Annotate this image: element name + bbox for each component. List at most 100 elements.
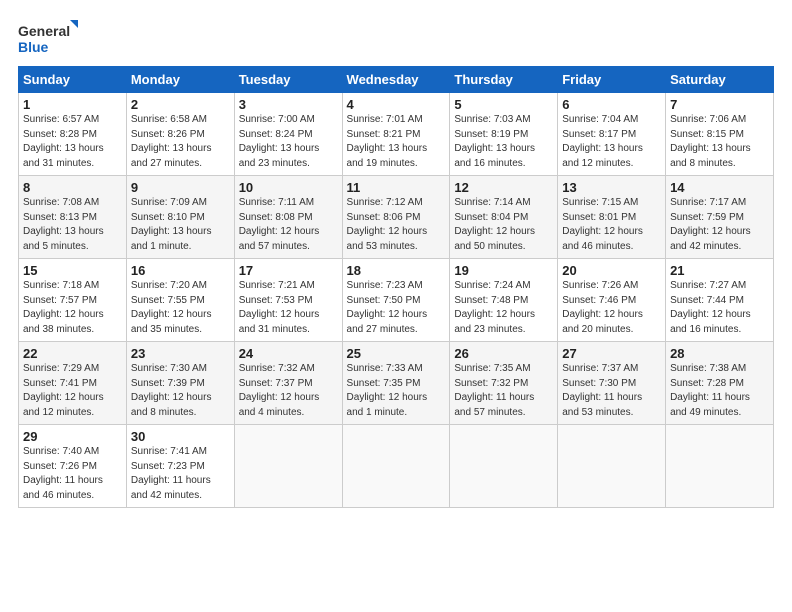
day-info: Sunrise: 7:40 AMSunset: 7:26 PMDaylight:… xyxy=(23,445,122,503)
day-info: Sunrise: 7:12 AMSunset: 8:06 PMDaylight:… xyxy=(347,196,446,254)
day-number: 23 xyxy=(131,346,230,361)
day-info: Sunrise: 7:33 AMSunset: 7:35 PMDaylight:… xyxy=(347,362,446,420)
col-sunday: Sunday xyxy=(19,67,127,93)
day-info: Sunrise: 7:09 AMSunset: 8:10 PMDaylight:… xyxy=(131,196,230,254)
day-number: 29 xyxy=(23,429,122,444)
table-row: 5Sunrise: 7:03 AMSunset: 8:19 PMDaylight… xyxy=(450,93,558,176)
day-number: 19 xyxy=(454,263,553,278)
calendar-table: Sunday Monday Tuesday Wednesday Thursday… xyxy=(18,66,774,508)
table-row: 26Sunrise: 7:35 AMSunset: 7:32 PMDayligh… xyxy=(450,342,558,425)
table-row xyxy=(558,425,666,508)
day-number: 17 xyxy=(239,263,338,278)
day-info: Sunrise: 7:21 AMSunset: 7:53 PMDaylight:… xyxy=(239,279,338,337)
calendar-header-row: Sunday Monday Tuesday Wednesday Thursday… xyxy=(19,67,774,93)
day-info: Sunrise: 7:04 AMSunset: 8:17 PMDaylight:… xyxy=(562,113,661,171)
day-number: 18 xyxy=(347,263,446,278)
day-number: 1 xyxy=(23,97,122,112)
day-info: Sunrise: 7:06 AMSunset: 8:15 PMDaylight:… xyxy=(670,113,769,171)
day-info: Sunrise: 7:26 AMSunset: 7:46 PMDaylight:… xyxy=(562,279,661,337)
table-row: 30Sunrise: 7:41 AMSunset: 7:23 PMDayligh… xyxy=(126,425,234,508)
day-info: Sunrise: 7:18 AMSunset: 7:57 PMDaylight:… xyxy=(23,279,122,337)
table-row: 21Sunrise: 7:27 AMSunset: 7:44 PMDayligh… xyxy=(666,259,774,342)
col-friday: Friday xyxy=(558,67,666,93)
day-info: Sunrise: 7:11 AMSunset: 8:08 PMDaylight:… xyxy=(239,196,338,254)
table-row xyxy=(342,425,450,508)
table-row xyxy=(666,425,774,508)
table-row: 13Sunrise: 7:15 AMSunset: 8:01 PMDayligh… xyxy=(558,176,666,259)
day-info: Sunrise: 7:03 AMSunset: 8:19 PMDaylight:… xyxy=(454,113,553,171)
table-row: 15Sunrise: 7:18 AMSunset: 7:57 PMDayligh… xyxy=(19,259,127,342)
table-row xyxy=(234,425,342,508)
day-number: 9 xyxy=(131,180,230,195)
header: General Blue xyxy=(18,18,774,58)
table-row: 2Sunrise: 6:58 AMSunset: 8:26 PMDaylight… xyxy=(126,93,234,176)
col-monday: Monday xyxy=(126,67,234,93)
day-number: 16 xyxy=(131,263,230,278)
day-number: 8 xyxy=(23,180,122,195)
table-row: 1Sunrise: 6:57 AMSunset: 8:28 PMDaylight… xyxy=(19,93,127,176)
day-number: 3 xyxy=(239,97,338,112)
table-row: 27Sunrise: 7:37 AMSunset: 7:30 PMDayligh… xyxy=(558,342,666,425)
day-number: 28 xyxy=(670,346,769,361)
table-row: 28Sunrise: 7:38 AMSunset: 7:28 PMDayligh… xyxy=(666,342,774,425)
table-row xyxy=(450,425,558,508)
day-number: 22 xyxy=(23,346,122,361)
table-row: 29Sunrise: 7:40 AMSunset: 7:26 PMDayligh… xyxy=(19,425,127,508)
col-thursday: Thursday xyxy=(450,67,558,93)
day-number: 6 xyxy=(562,97,661,112)
day-number: 25 xyxy=(347,346,446,361)
day-info: Sunrise: 7:38 AMSunset: 7:28 PMDaylight:… xyxy=(670,362,769,420)
table-row: 10Sunrise: 7:11 AMSunset: 8:08 PMDayligh… xyxy=(234,176,342,259)
table-row: 16Sunrise: 7:20 AMSunset: 7:55 PMDayligh… xyxy=(126,259,234,342)
day-info: Sunrise: 7:27 AMSunset: 7:44 PMDaylight:… xyxy=(670,279,769,337)
table-row: 7Sunrise: 7:06 AMSunset: 8:15 PMDaylight… xyxy=(666,93,774,176)
day-info: Sunrise: 7:32 AMSunset: 7:37 PMDaylight:… xyxy=(239,362,338,420)
table-row: 4Sunrise: 7:01 AMSunset: 8:21 PMDaylight… xyxy=(342,93,450,176)
day-number: 21 xyxy=(670,263,769,278)
logo-svg: General Blue xyxy=(18,18,78,58)
day-number: 30 xyxy=(131,429,230,444)
day-info: Sunrise: 7:37 AMSunset: 7:30 PMDaylight:… xyxy=(562,362,661,420)
day-number: 2 xyxy=(131,97,230,112)
day-number: 12 xyxy=(454,180,553,195)
svg-text:Blue: Blue xyxy=(18,39,49,55)
table-row: 23Sunrise: 7:30 AMSunset: 7:39 PMDayligh… xyxy=(126,342,234,425)
col-saturday: Saturday xyxy=(666,67,774,93)
table-row: 22Sunrise: 7:29 AMSunset: 7:41 PMDayligh… xyxy=(19,342,127,425)
day-number: 24 xyxy=(239,346,338,361)
table-row: 3Sunrise: 7:00 AMSunset: 8:24 PMDaylight… xyxy=(234,93,342,176)
day-number: 14 xyxy=(670,180,769,195)
logo: General Blue xyxy=(18,18,78,58)
table-row: 11Sunrise: 7:12 AMSunset: 8:06 PMDayligh… xyxy=(342,176,450,259)
day-number: 20 xyxy=(562,263,661,278)
day-info: Sunrise: 7:14 AMSunset: 8:04 PMDaylight:… xyxy=(454,196,553,254)
table-row: 9Sunrise: 7:09 AMSunset: 8:10 PMDaylight… xyxy=(126,176,234,259)
day-info: Sunrise: 7:01 AMSunset: 8:21 PMDaylight:… xyxy=(347,113,446,171)
table-row: 25Sunrise: 7:33 AMSunset: 7:35 PMDayligh… xyxy=(342,342,450,425)
day-info: Sunrise: 7:30 AMSunset: 7:39 PMDaylight:… xyxy=(131,362,230,420)
table-row: 6Sunrise: 7:04 AMSunset: 8:17 PMDaylight… xyxy=(558,93,666,176)
day-number: 5 xyxy=(454,97,553,112)
day-info: Sunrise: 7:00 AMSunset: 8:24 PMDaylight:… xyxy=(239,113,338,171)
calendar-page: General Blue Sunday Monday Tuesday Wedne… xyxy=(0,0,792,612)
day-info: Sunrise: 7:20 AMSunset: 7:55 PMDaylight:… xyxy=(131,279,230,337)
day-info: Sunrise: 7:23 AMSunset: 7:50 PMDaylight:… xyxy=(347,279,446,337)
day-number: 4 xyxy=(347,97,446,112)
table-row: 18Sunrise: 7:23 AMSunset: 7:50 PMDayligh… xyxy=(342,259,450,342)
day-number: 27 xyxy=(562,346,661,361)
day-info: Sunrise: 7:08 AMSunset: 8:13 PMDaylight:… xyxy=(23,196,122,254)
day-number: 10 xyxy=(239,180,338,195)
day-number: 15 xyxy=(23,263,122,278)
table-row: 19Sunrise: 7:24 AMSunset: 7:48 PMDayligh… xyxy=(450,259,558,342)
col-wednesday: Wednesday xyxy=(342,67,450,93)
day-number: 26 xyxy=(454,346,553,361)
table-row: 14Sunrise: 7:17 AMSunset: 7:59 PMDayligh… xyxy=(666,176,774,259)
day-number: 7 xyxy=(670,97,769,112)
day-number: 13 xyxy=(562,180,661,195)
day-info: Sunrise: 7:35 AMSunset: 7:32 PMDaylight:… xyxy=(454,362,553,420)
day-info: Sunrise: 7:17 AMSunset: 7:59 PMDaylight:… xyxy=(670,196,769,254)
day-info: Sunrise: 6:58 AMSunset: 8:26 PMDaylight:… xyxy=(131,113,230,171)
day-info: Sunrise: 7:15 AMSunset: 8:01 PMDaylight:… xyxy=(562,196,661,254)
table-row: 20Sunrise: 7:26 AMSunset: 7:46 PMDayligh… xyxy=(558,259,666,342)
col-tuesday: Tuesday xyxy=(234,67,342,93)
